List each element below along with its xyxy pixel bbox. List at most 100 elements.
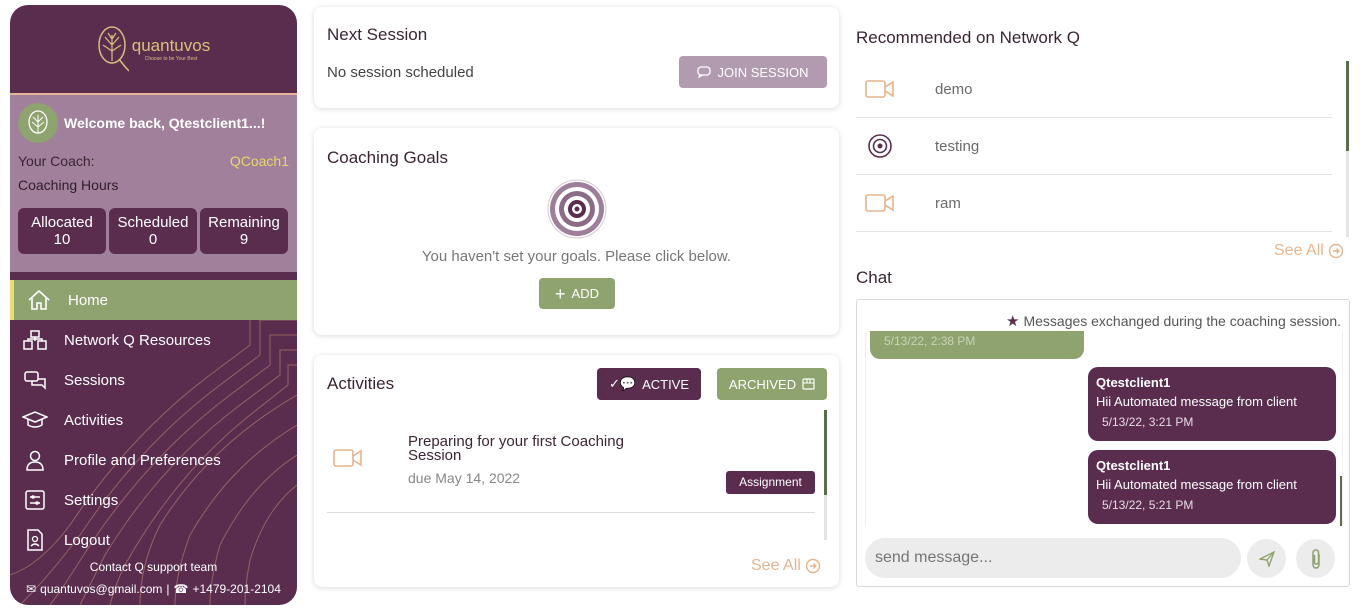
- sidebar-item-label: Logout: [64, 531, 110, 549]
- stat-label: Remaining: [208, 214, 280, 231]
- stat-value: 10: [53, 231, 71, 248]
- activities-card: Activities ✓💬 ACTIVE ARCHIVED Preparing …: [314, 355, 839, 587]
- phone-icon: ☎: [173, 582, 189, 596]
- arrow-circle-icon: [1328, 243, 1344, 259]
- graduation-cap-icon: [20, 408, 50, 432]
- sidebar-nav: Home Network Q Resources Sessions Activi…: [10, 280, 297, 560]
- settings-icon: [20, 488, 50, 512]
- stat-value: 0: [148, 231, 158, 248]
- recommended-title: Recommended on Network Q: [856, 28, 1080, 47]
- sidebar-item-home[interactable]: Home: [10, 280, 297, 320]
- list-item[interactable]: Preparing for your first Coaching Sessio…: [327, 410, 815, 513]
- sidebar-item-sessions[interactable]: Sessions: [10, 360, 297, 400]
- chat-scrollbar-thumb[interactable]: [1340, 476, 1342, 526]
- target-icon: [547, 179, 607, 239]
- sidebar: quantuvos Choose to be Your Best Welcome…: [10, 5, 297, 605]
- scrollbar-thumb[interactable]: [1346, 61, 1349, 151]
- recommended-item-label: testing: [935, 137, 980, 155]
- network-icon: [20, 328, 50, 352]
- stat-allocated: Allocated 10: [18, 208, 106, 254]
- add-goal-button[interactable]: + ADD: [539, 278, 615, 309]
- recommended-item-demo[interactable]: demo: [856, 61, 1332, 118]
- welcome-text: Welcome back, Qtestclient1...!: [64, 115, 266, 131]
- divider: |: [166, 582, 170, 596]
- message-sender: Qtestclient1: [1096, 458, 1171, 473]
- sidebar-item-label: Profile and Preferences: [64, 451, 221, 469]
- plus-icon: +: [555, 283, 566, 304]
- sidebar-item-activities[interactable]: Activities: [10, 400, 297, 440]
- coach-name[interactable]: QCoach1: [230, 153, 289, 169]
- sidebar-item-settings[interactable]: Settings: [10, 480, 297, 520]
- message-input[interactable]: [865, 538, 1241, 578]
- activities-see-all-link[interactable]: See All: [751, 557, 821, 575]
- coach-label: Your Coach:: [18, 153, 95, 169]
- chat-icon: [20, 368, 50, 392]
- recommended-item-ram[interactable]: ram: [856, 175, 1332, 232]
- scrollbar-thumb[interactable]: [824, 410, 827, 495]
- message-time: 5/13/22, 2:38 PM: [884, 334, 976, 348]
- sidebar-item-logout[interactable]: Logout: [10, 520, 297, 560]
- attach-button[interactable]: [1296, 539, 1335, 578]
- coaching-goals-card: Coaching Goals You haven't set your goal…: [314, 128, 839, 335]
- profile-panel: Welcome back, Qtestclient1...! Your Coac…: [10, 95, 297, 272]
- join-session-button[interactable]: JOIN SESSION: [679, 56, 827, 88]
- session-status: No session scheduled: [327, 64, 474, 81]
- mail-icon: ✉: [26, 582, 37, 596]
- message-time: 5/13/22, 3:21 PM: [1102, 415, 1194, 429]
- assignment-badge: Assignment: [726, 471, 815, 494]
- home-icon: [24, 288, 54, 312]
- sidebar-item-label: Activities: [64, 411, 124, 429]
- video-icon: [860, 192, 900, 214]
- button-label: ARCHIVED: [728, 376, 797, 392]
- recommended-see-all-link[interactable]: See All: [1274, 242, 1344, 260]
- brand-name: quantuvos: [131, 35, 211, 55]
- recommended-item-label: demo: [935, 80, 973, 98]
- arrow-circle-icon: [805, 558, 821, 574]
- recommended-item-label: ram: [935, 194, 961, 212]
- stat-remaining: Remaining 9: [200, 208, 288, 254]
- chat-messages: 5/13/22, 2:38 PM Qtestclient1 Hii Automa…: [865, 331, 1343, 527]
- message-text: Hii Automated message from client: [1096, 477, 1297, 492]
- notice-text: Messages exchanged during the coaching s…: [1023, 313, 1341, 329]
- contact-email[interactable]: quantuvos@gmail.com: [40, 582, 162, 596]
- scrollbar[interactable]: [824, 410, 827, 540]
- message-sender: Qtestclient1: [1096, 375, 1171, 390]
- next-session-card: Next Session No session scheduled JOIN S…: [314, 7, 839, 108]
- target-icon: [860, 133, 900, 159]
- contact-phone[interactable]: +1479-201-2104: [192, 582, 280, 596]
- logout-icon: [20, 528, 50, 552]
- active-filter-button[interactable]: ✓💬 ACTIVE: [597, 368, 701, 400]
- paperclip-icon: [1311, 548, 1320, 569]
- sidebar-item-label: Sessions: [64, 371, 125, 389]
- activity-due: due May 14, 2022: [408, 470, 521, 486]
- message-time: 5/13/22, 5:21 PM: [1102, 498, 1194, 512]
- send-icon: [1258, 550, 1275, 567]
- archive-icon: [802, 378, 815, 390]
- send-button[interactable]: [1247, 539, 1286, 578]
- goals-message: You haven't set your goals. Please click…: [421, 248, 732, 265]
- hours-stats: Allocated 10 Scheduled 0 Remaining 9: [18, 208, 289, 254]
- button-label: ACTIVE: [642, 376, 690, 392]
- user-icon: [20, 448, 50, 472]
- sidebar-item-network-q-resources[interactable]: Network Q Resources: [10, 320, 297, 360]
- archived-filter-button[interactable]: ARCHIVED: [717, 368, 827, 400]
- outgoing-message: Qtestclient1 Hii Automated message from …: [1088, 367, 1336, 441]
- stat-label: Scheduled: [117, 214, 189, 231]
- chat-panel: ★ Messages exchanged during the coaching…: [856, 299, 1350, 587]
- sidebar-item-label: Network Q Resources: [64, 331, 211, 349]
- sidebar-item-label: Home: [68, 291, 109, 309]
- card-title: Activities: [327, 374, 395, 393]
- video-icon: [860, 78, 900, 100]
- sidebar-item-profile[interactable]: Profile and Preferences: [10, 440, 297, 480]
- brand-header: quantuvos Choose to be Your Best: [10, 5, 297, 95]
- recommended-scrollbar[interactable]: [1346, 61, 1349, 237]
- avatar[interactable]: [18, 103, 58, 143]
- star-icon: ★: [1006, 313, 1020, 330]
- see-all-label: See All: [1274, 242, 1324, 259]
- contact-support: Contact Q support team ✉ quantuvos@gmail…: [10, 560, 297, 596]
- chat-bubble-icon: [697, 66, 712, 78]
- stat-label: Allocated: [31, 214, 93, 231]
- card-title: Coaching Goals: [327, 148, 448, 167]
- recommended-item-testing[interactable]: testing: [856, 118, 1332, 175]
- stat-scheduled: Scheduled 0: [109, 208, 197, 254]
